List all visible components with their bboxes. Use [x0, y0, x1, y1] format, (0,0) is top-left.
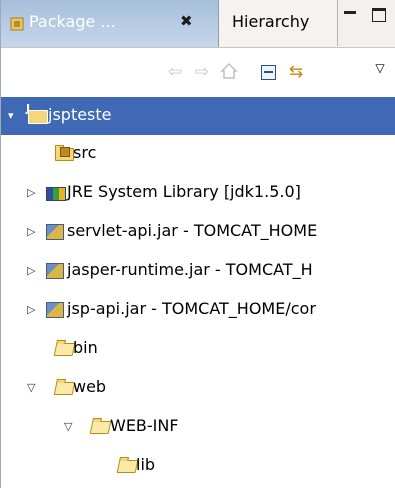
maximize-icon[interactable] — [372, 8, 386, 22]
tree-row-web-inf[interactable]: ▽ WEB-INF — [0, 408, 395, 446]
tree-row-label: jsp-api.jar - TOMCAT_HOME/cor — [67, 299, 316, 318]
tree-row-servlet-api[interactable]: ▷ servlet-api.jar - TOMCAT_HOME — [0, 213, 395, 251]
tree-row-label: WEB-INF — [110, 416, 179, 435]
tree-row-jasper-runtime[interactable]: ▷ jasper-runtime.jar - TOMCAT_H — [0, 252, 395, 290]
collapse-all-icon[interactable] — [259, 62, 279, 82]
open-folder-icon — [89, 417, 112, 435]
tree-row-label: web — [73, 377, 107, 396]
package-folder-icon — [54, 144, 74, 162]
tree-row-bin[interactable]: bin — [0, 330, 395, 368]
package-explorer-view: Package ... ✖ Hierarchy ⇦ ⇨ ⇆ ▽ ▾ jsptes… — [0, 0, 395, 488]
tree-row-label: jasper-runtime.jar - TOMCAT_H — [67, 260, 313, 279]
forward-icon[interactable]: ⇨ — [192, 62, 212, 82]
expand-toggle-icon[interactable]: ▷ — [27, 225, 35, 239]
expand-toggle-icon[interactable]: ▾ — [8, 109, 14, 123]
tree-row-label: bin — [73, 338, 98, 357]
tree-row-web[interactable]: ▽ web — [0, 369, 395, 407]
minimize-icon[interactable] — [343, 8, 357, 22]
java-project-icon — [26, 102, 48, 124]
jar-icon — [46, 300, 66, 318]
tree-row-jre-library[interactable]: ▷ JRE System Library [jdk1.5.0] — [0, 174, 395, 212]
close-icon[interactable]: ✖ — [180, 12, 193, 30]
tree-row-label: JRE System Library [jdk1.5.0] — [67, 182, 301, 201]
package-explorer-icon — [10, 17, 24, 35]
library-icon — [46, 183, 66, 201]
home-icon[interactable] — [219, 62, 239, 82]
tree-row-jsp-api[interactable]: ▷ jsp-api.jar - TOMCAT_HOME/cor — [0, 291, 395, 329]
expand-toggle-icon[interactable]: ▽ — [64, 420, 72, 434]
expand-toggle-icon[interactable]: ▷ — [27, 303, 35, 317]
expand-toggle-icon[interactable]: ▷ — [27, 186, 35, 200]
jar-icon — [46, 261, 66, 279]
view-menu-icon[interactable]: ▽ — [370, 58, 390, 78]
tree-row-label: lib — [136, 455, 156, 474]
tree-row-label: servlet-api.jar - TOMCAT_HOME — [67, 221, 318, 240]
tree-row-src[interactable]: src — [0, 135, 395, 173]
view-tab-bar: Package ... ✖ Hierarchy — [0, 0, 395, 48]
tab-hierarchy-label: Hierarchy — [232, 12, 310, 31]
tab-hierarchy[interactable]: Hierarchy — [219, 0, 338, 46]
tab-package-explorer-label: Package ... — [29, 12, 116, 31]
tree-row-label: jspteste — [48, 105, 112, 124]
expand-toggle-icon[interactable]: ▷ — [27, 264, 35, 278]
open-folder-icon — [53, 378, 76, 396]
view-toolbar: ⇦ ⇨ ⇆ ▽ — [0, 48, 395, 97]
folder-icon — [116, 456, 139, 474]
link-with-editor-icon[interactable]: ⇆ — [286, 62, 306, 82]
tree-row-label: src — [73, 143, 97, 162]
tree-row-project[interactable]: ▾ jspteste — [0, 97, 395, 135]
expand-toggle-icon[interactable]: ▽ — [27, 381, 35, 395]
tab-package-explorer[interactable]: Package ... ✖ — [0, 0, 219, 47]
folder-icon — [53, 339, 76, 357]
tree-row-lib[interactable]: lib — [0, 447, 395, 485]
back-icon[interactable]: ⇦ — [165, 62, 185, 82]
jar-icon — [46, 222, 66, 240]
